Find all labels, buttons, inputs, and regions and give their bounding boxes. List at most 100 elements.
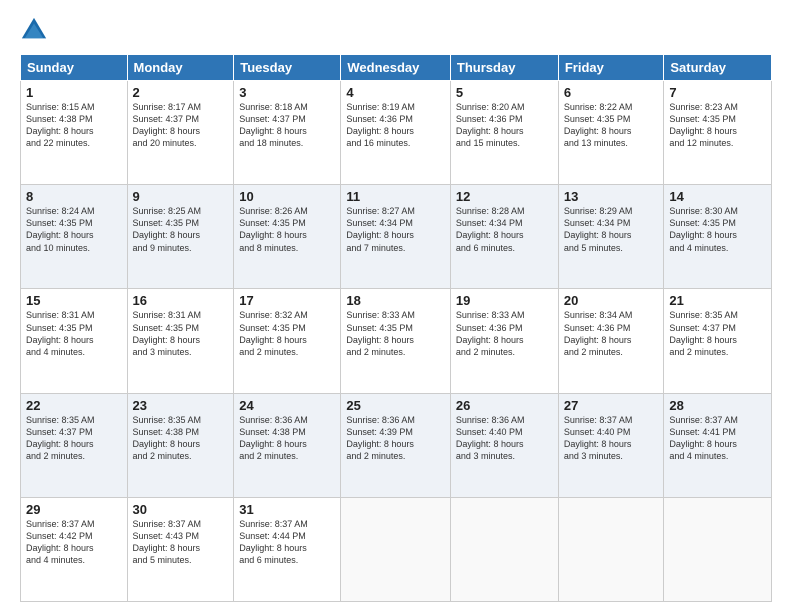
calendar-cell: 28Sunrise: 8:37 AMSunset: 4:41 PMDayligh… bbox=[664, 393, 772, 497]
day-number: 2 bbox=[133, 85, 229, 100]
calendar-cell: 25Sunrise: 8:36 AMSunset: 4:39 PMDayligh… bbox=[341, 393, 451, 497]
day-number: 15 bbox=[26, 293, 122, 308]
day-number: 1 bbox=[26, 85, 122, 100]
cell-info: Sunrise: 8:27 AMSunset: 4:34 PMDaylight:… bbox=[346, 205, 445, 254]
cell-info: Sunrise: 8:37 AMSunset: 4:41 PMDaylight:… bbox=[669, 414, 766, 463]
day-number: 18 bbox=[346, 293, 445, 308]
cell-info: Sunrise: 8:36 AMSunset: 4:40 PMDaylight:… bbox=[456, 414, 553, 463]
day-number: 3 bbox=[239, 85, 335, 100]
cell-info: Sunrise: 8:18 AMSunset: 4:37 PMDaylight:… bbox=[239, 101, 335, 150]
cell-info: Sunrise: 8:36 AMSunset: 4:38 PMDaylight:… bbox=[239, 414, 335, 463]
calendar-cell: 23Sunrise: 8:35 AMSunset: 4:38 PMDayligh… bbox=[127, 393, 234, 497]
calendar-cell: 27Sunrise: 8:37 AMSunset: 4:40 PMDayligh… bbox=[558, 393, 664, 497]
calendar-cell: 12Sunrise: 8:28 AMSunset: 4:34 PMDayligh… bbox=[450, 185, 558, 289]
logo-icon bbox=[20, 16, 48, 44]
day-number: 26 bbox=[456, 398, 553, 413]
calendar-cell: 3Sunrise: 8:18 AMSunset: 4:37 PMDaylight… bbox=[234, 81, 341, 185]
calendar-header-cell: Friday bbox=[558, 55, 664, 81]
calendar-cell bbox=[450, 497, 558, 601]
calendar-header-cell: Wednesday bbox=[341, 55, 451, 81]
calendar-week-row: 22Sunrise: 8:35 AMSunset: 4:37 PMDayligh… bbox=[21, 393, 772, 497]
calendar-week-row: 8Sunrise: 8:24 AMSunset: 4:35 PMDaylight… bbox=[21, 185, 772, 289]
calendar-header-cell: Monday bbox=[127, 55, 234, 81]
calendar-cell: 31Sunrise: 8:37 AMSunset: 4:44 PMDayligh… bbox=[234, 497, 341, 601]
calendar-cell bbox=[664, 497, 772, 601]
calendar-header-cell: Sunday bbox=[21, 55, 128, 81]
calendar-cell: 5Sunrise: 8:20 AMSunset: 4:36 PMDaylight… bbox=[450, 81, 558, 185]
day-number: 5 bbox=[456, 85, 553, 100]
cell-info: Sunrise: 8:36 AMSunset: 4:39 PMDaylight:… bbox=[346, 414, 445, 463]
cell-info: Sunrise: 8:25 AMSunset: 4:35 PMDaylight:… bbox=[133, 205, 229, 254]
cell-info: Sunrise: 8:15 AMSunset: 4:38 PMDaylight:… bbox=[26, 101, 122, 150]
calendar-header-cell: Thursday bbox=[450, 55, 558, 81]
day-number: 25 bbox=[346, 398, 445, 413]
calendar-cell: 22Sunrise: 8:35 AMSunset: 4:37 PMDayligh… bbox=[21, 393, 128, 497]
calendar-header-cell: Saturday bbox=[664, 55, 772, 81]
day-number: 21 bbox=[669, 293, 766, 308]
day-number: 29 bbox=[26, 502, 122, 517]
calendar-cell: 30Sunrise: 8:37 AMSunset: 4:43 PMDayligh… bbox=[127, 497, 234, 601]
calendar-week-row: 29Sunrise: 8:37 AMSunset: 4:42 PMDayligh… bbox=[21, 497, 772, 601]
calendar-header-cell: Tuesday bbox=[234, 55, 341, 81]
cell-info: Sunrise: 8:31 AMSunset: 4:35 PMDaylight:… bbox=[26, 309, 122, 358]
header bbox=[20, 16, 772, 44]
cell-info: Sunrise: 8:35 AMSunset: 4:38 PMDaylight:… bbox=[133, 414, 229, 463]
cell-info: Sunrise: 8:23 AMSunset: 4:35 PMDaylight:… bbox=[669, 101, 766, 150]
calendar-header-row: SundayMondayTuesdayWednesdayThursdayFrid… bbox=[21, 55, 772, 81]
calendar-cell: 24Sunrise: 8:36 AMSunset: 4:38 PMDayligh… bbox=[234, 393, 341, 497]
calendar-week-row: 1Sunrise: 8:15 AMSunset: 4:38 PMDaylight… bbox=[21, 81, 772, 185]
cell-info: Sunrise: 8:37 AMSunset: 4:40 PMDaylight:… bbox=[564, 414, 659, 463]
day-number: 27 bbox=[564, 398, 659, 413]
calendar-cell: 19Sunrise: 8:33 AMSunset: 4:36 PMDayligh… bbox=[450, 289, 558, 393]
calendar-cell: 7Sunrise: 8:23 AMSunset: 4:35 PMDaylight… bbox=[664, 81, 772, 185]
cell-info: Sunrise: 8:22 AMSunset: 4:35 PMDaylight:… bbox=[564, 101, 659, 150]
cell-info: Sunrise: 8:28 AMSunset: 4:34 PMDaylight:… bbox=[456, 205, 553, 254]
calendar-cell: 16Sunrise: 8:31 AMSunset: 4:35 PMDayligh… bbox=[127, 289, 234, 393]
logo bbox=[20, 16, 52, 44]
cell-info: Sunrise: 8:19 AMSunset: 4:36 PMDaylight:… bbox=[346, 101, 445, 150]
day-number: 10 bbox=[239, 189, 335, 204]
calendar-cell bbox=[558, 497, 664, 601]
day-number: 9 bbox=[133, 189, 229, 204]
calendar-cell: 11Sunrise: 8:27 AMSunset: 4:34 PMDayligh… bbox=[341, 185, 451, 289]
calendar-cell: 13Sunrise: 8:29 AMSunset: 4:34 PMDayligh… bbox=[558, 185, 664, 289]
calendar-week-row: 15Sunrise: 8:31 AMSunset: 4:35 PMDayligh… bbox=[21, 289, 772, 393]
calendar-cell: 2Sunrise: 8:17 AMSunset: 4:37 PMDaylight… bbox=[127, 81, 234, 185]
cell-info: Sunrise: 8:26 AMSunset: 4:35 PMDaylight:… bbox=[239, 205, 335, 254]
calendar-cell: 6Sunrise: 8:22 AMSunset: 4:35 PMDaylight… bbox=[558, 81, 664, 185]
cell-info: Sunrise: 8:37 AMSunset: 4:44 PMDaylight:… bbox=[239, 518, 335, 567]
day-number: 20 bbox=[564, 293, 659, 308]
cell-info: Sunrise: 8:33 AMSunset: 4:36 PMDaylight:… bbox=[456, 309, 553, 358]
day-number: 24 bbox=[239, 398, 335, 413]
calendar-cell: 17Sunrise: 8:32 AMSunset: 4:35 PMDayligh… bbox=[234, 289, 341, 393]
day-number: 6 bbox=[564, 85, 659, 100]
day-number: 17 bbox=[239, 293, 335, 308]
calendar-cell: 4Sunrise: 8:19 AMSunset: 4:36 PMDaylight… bbox=[341, 81, 451, 185]
day-number: 8 bbox=[26, 189, 122, 204]
calendar-cell: 20Sunrise: 8:34 AMSunset: 4:36 PMDayligh… bbox=[558, 289, 664, 393]
cell-info: Sunrise: 8:35 AMSunset: 4:37 PMDaylight:… bbox=[26, 414, 122, 463]
day-number: 13 bbox=[564, 189, 659, 204]
day-number: 4 bbox=[346, 85, 445, 100]
cell-info: Sunrise: 8:37 AMSunset: 4:42 PMDaylight:… bbox=[26, 518, 122, 567]
calendar-cell: 18Sunrise: 8:33 AMSunset: 4:35 PMDayligh… bbox=[341, 289, 451, 393]
calendar-cell: 26Sunrise: 8:36 AMSunset: 4:40 PMDayligh… bbox=[450, 393, 558, 497]
cell-info: Sunrise: 8:33 AMSunset: 4:35 PMDaylight:… bbox=[346, 309, 445, 358]
calendar-body: 1Sunrise: 8:15 AMSunset: 4:38 PMDaylight… bbox=[21, 81, 772, 602]
day-number: 14 bbox=[669, 189, 766, 204]
calendar-cell: 29Sunrise: 8:37 AMSunset: 4:42 PMDayligh… bbox=[21, 497, 128, 601]
cell-info: Sunrise: 8:35 AMSunset: 4:37 PMDaylight:… bbox=[669, 309, 766, 358]
day-number: 7 bbox=[669, 85, 766, 100]
cell-info: Sunrise: 8:29 AMSunset: 4:34 PMDaylight:… bbox=[564, 205, 659, 254]
day-number: 31 bbox=[239, 502, 335, 517]
calendar-cell: 15Sunrise: 8:31 AMSunset: 4:35 PMDayligh… bbox=[21, 289, 128, 393]
calendar-cell: 8Sunrise: 8:24 AMSunset: 4:35 PMDaylight… bbox=[21, 185, 128, 289]
day-number: 28 bbox=[669, 398, 766, 413]
calendar-cell: 14Sunrise: 8:30 AMSunset: 4:35 PMDayligh… bbox=[664, 185, 772, 289]
day-number: 11 bbox=[346, 189, 445, 204]
cell-info: Sunrise: 8:30 AMSunset: 4:35 PMDaylight:… bbox=[669, 205, 766, 254]
day-number: 19 bbox=[456, 293, 553, 308]
calendar-cell: 1Sunrise: 8:15 AMSunset: 4:38 PMDaylight… bbox=[21, 81, 128, 185]
cell-info: Sunrise: 8:24 AMSunset: 4:35 PMDaylight:… bbox=[26, 205, 122, 254]
calendar-cell bbox=[341, 497, 451, 601]
